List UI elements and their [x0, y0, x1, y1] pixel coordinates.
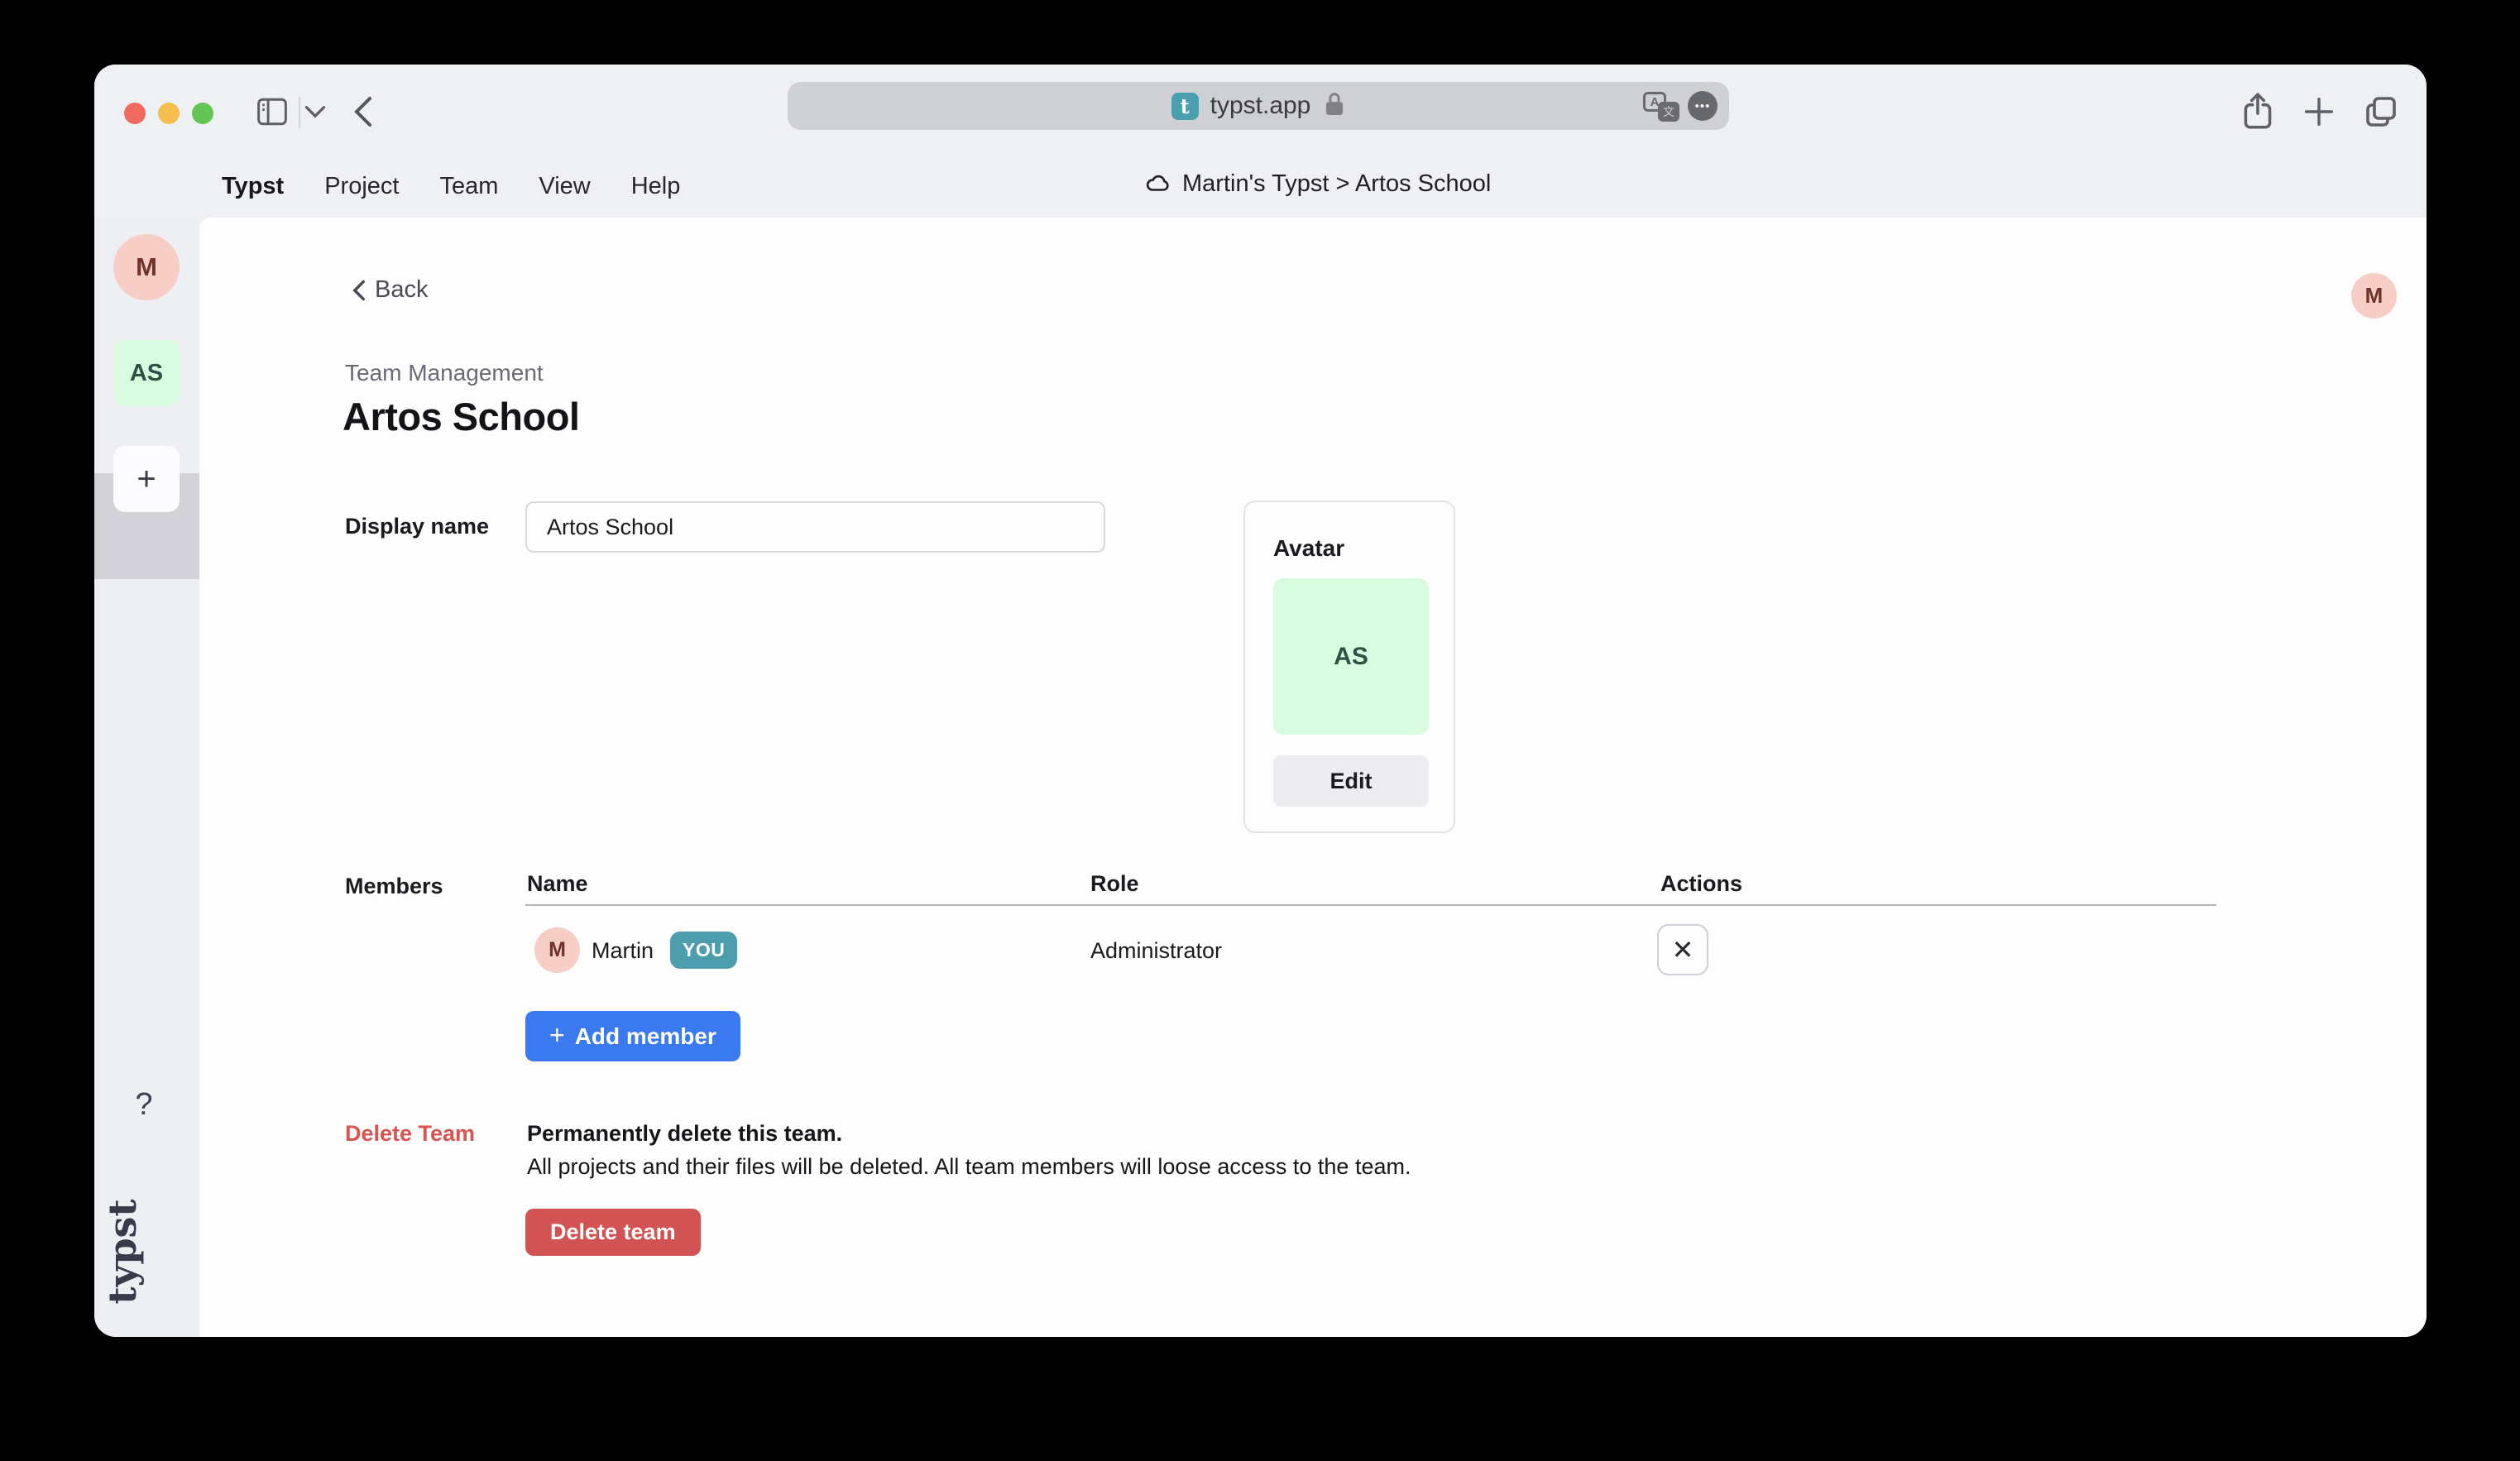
- close-window-button[interactable]: [124, 103, 146, 124]
- members-label: Members: [345, 874, 443, 899]
- chevron-down-icon[interactable]: [304, 104, 327, 119]
- delete-team-button[interactable]: Delete team: [525, 1209, 701, 1256]
- site-favicon: t: [1171, 93, 1199, 120]
- remove-member-button[interactable]: ✕: [1657, 924, 1708, 975]
- menu-project[interactable]: Project: [324, 173, 399, 200]
- you-badge: YOU: [670, 932, 737, 969]
- avatar-card: Avatar AS Edit: [1243, 501, 1455, 833]
- add-member-button[interactable]: + Add member: [525, 1011, 740, 1061]
- add-member-label: Add member: [575, 1023, 716, 1050]
- display-name-label: Display name: [345, 514, 489, 539]
- browser-toolbar: t typst.app A 文 •••: [94, 65, 2427, 218]
- sidebar-item-workspace-martin[interactable]: M: [113, 234, 180, 300]
- toolbar-divider: [299, 97, 300, 128]
- back-link-label: Back: [375, 276, 428, 304]
- delete-warning-heading: Permanently delete this team.: [527, 1121, 842, 1147]
- member-role: Administrator: [1090, 938, 1222, 964]
- extension-menu-icon[interactable]: •••: [1688, 91, 1718, 121]
- tab-overview-icon[interactable]: [2361, 92, 2401, 132]
- minimize-window-button[interactable]: [158, 103, 180, 124]
- sidebar-item-team-artos-school[interactable]: AS: [113, 340, 180, 406]
- breadcrumb[interactable]: Martin's Typst > Artos School: [1144, 165, 1491, 202]
- menu-view[interactable]: View: [539, 173, 590, 200]
- column-header-role: Role: [1090, 871, 1139, 897]
- menu-help[interactable]: Help: [631, 173, 681, 200]
- app-menubar: Typst Project Team View Help: [222, 165, 680, 207]
- address-bar[interactable]: t typst.app A 文 •••: [788, 82, 1729, 130]
- column-header-name: Name: [527, 871, 588, 897]
- delete-warning-body: All projects and their files will be del…: [527, 1154, 1411, 1180]
- zoom-window-button[interactable]: [192, 103, 213, 124]
- menu-typst[interactable]: Typst: [222, 173, 284, 200]
- column-header-actions: Actions: [1660, 871, 1742, 897]
- help-button[interactable]: ?: [94, 1087, 194, 1123]
- avatar-card-title: Avatar: [1273, 535, 1344, 562]
- breadcrumb-text: Martin's Typst > Artos School: [1182, 170, 1491, 198]
- team-avatar-preview: AS: [1273, 578, 1429, 735]
- menu-team[interactable]: Team: [439, 173, 498, 200]
- translate-icon[interactable]: A 文: [1643, 90, 1679, 122]
- add-team-button[interactable]: +: [113, 446, 180, 512]
- back-link[interactable]: Back: [352, 276, 428, 304]
- typst-logo: typst: [100, 1128, 145, 1337]
- new-tab-icon[interactable]: [2300, 93, 2338, 131]
- cloud-icon: [1144, 171, 1172, 196]
- sidebar-toggle-icon[interactable]: [256, 97, 289, 127]
- section-label: Team Management: [345, 360, 544, 386]
- share-icon[interactable]: [2237, 91, 2278, 132]
- delete-team-label: Delete Team: [345, 1121, 475, 1147]
- page-title: Artos School: [343, 394, 579, 439]
- browser-window: t typst.app A 文 •••: [94, 65, 2427, 1337]
- url-text: typst.app: [1210, 92, 1311, 120]
- user-avatar[interactable]: M: [2351, 273, 2397, 319]
- member-avatar: M: [534, 927, 580, 973]
- edit-avatar-button[interactable]: Edit: [1273, 755, 1429, 807]
- display-name-input[interactable]: [525, 501, 1105, 553]
- member-name: Martin: [592, 938, 654, 964]
- close-icon: ✕: [1672, 934, 1694, 965]
- table-header-divider: [525, 904, 2216, 906]
- back-navigation-icon[interactable]: [352, 95, 374, 128]
- lock-icon: [1324, 91, 1345, 122]
- plus-icon: +: [549, 1020, 565, 1051]
